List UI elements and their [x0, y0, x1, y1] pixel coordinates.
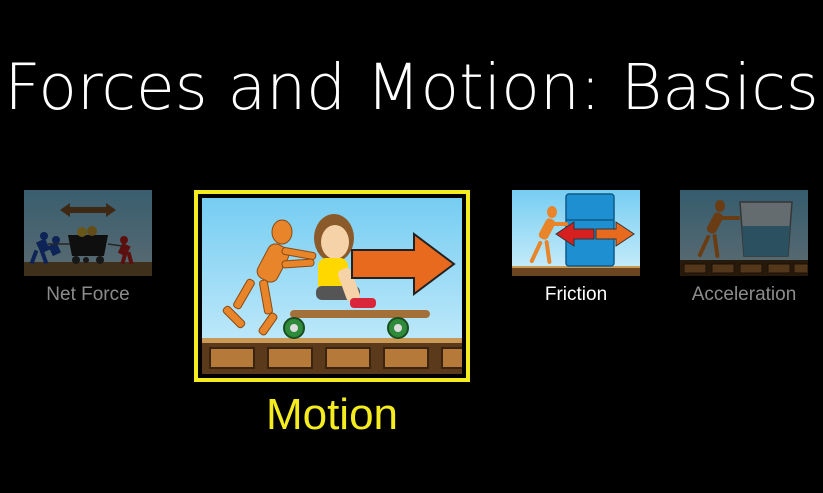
- friction-label: Friction: [544, 284, 608, 305]
- screen-button-friction[interactable]: Friction: [512, 190, 640, 308]
- motion-thumbnail: [202, 198, 462, 374]
- screen-button-motion[interactable]: Motion: [194, 190, 470, 440]
- motion-label: Motion: [265, 390, 399, 439]
- page-title: Forces and Motion: Basics: [4, 51, 819, 124]
- acceleration-thumbnail: [680, 190, 808, 276]
- net-force-label: Net Force: [46, 284, 130, 305]
- net-force-thumbnail: [24, 190, 152, 276]
- screen-button-net-force[interactable]: Net Force: [24, 190, 152, 308]
- acceleration-label: Acceleration: [691, 284, 797, 305]
- screen-button-acceleration[interactable]: Acceleration: [680, 190, 808, 308]
- friction-thumbnail: [512, 190, 640, 276]
